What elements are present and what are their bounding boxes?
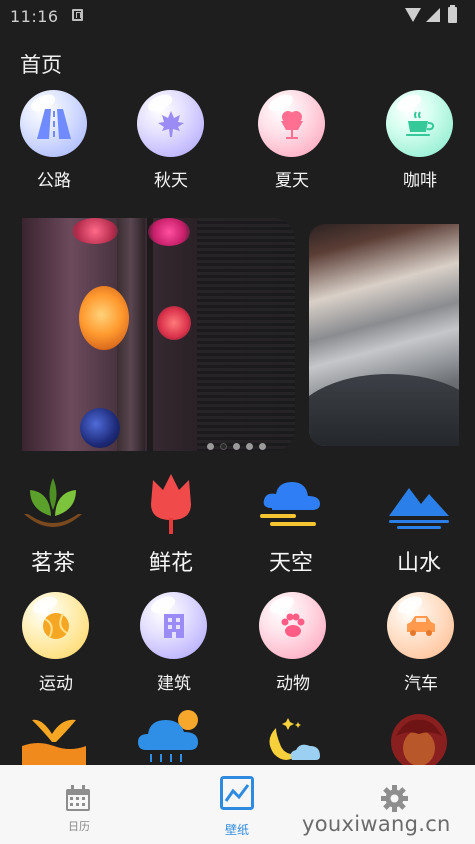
category-people-button[interactable] — [386, 712, 452, 772]
tab-calendar-label: 日历 — [68, 820, 90, 833]
category-ocean-button[interactable] — [22, 712, 86, 770]
banner-image-next[interactable] — [309, 224, 459, 446]
category-car-label: 汽车 — [404, 674, 438, 694]
category-sport-button[interactable] — [22, 592, 89, 659]
banner-image-main[interactable] — [22, 218, 295, 451]
signal-icon — [426, 8, 440, 22]
carousel-dot[interactable] — [207, 443, 214, 450]
carousel-dot[interactable] — [259, 443, 266, 450]
category-animal-label: 动物 — [276, 674, 310, 694]
category-building-button[interactable] — [140, 592, 207, 659]
tab-wallpaper-label: 壁纸 — [224, 823, 249, 837]
page-title: 首页 — [20, 53, 62, 77]
maple-leaf-icon — [137, 90, 204, 157]
category-night-button[interactable] — [258, 714, 324, 770]
carousel-indicator — [207, 443, 266, 451]
paw-icon — [259, 592, 326, 659]
category-sport-label: 运动 — [39, 674, 73, 694]
category-landscape-label: 山水 — [396, 551, 441, 576]
car-icon — [387, 592, 454, 659]
calendar-icon — [66, 785, 90, 811]
category-summer-button[interactable] — [258, 90, 325, 157]
chart-icon — [220, 776, 254, 810]
category-road-button[interactable] — [20, 90, 87, 157]
category-autumn-button[interactable] — [137, 90, 204, 157]
status-bar: 11:16 — [0, 0, 475, 30]
category-sky-button[interactable] — [258, 478, 324, 536]
category-landscape-button[interactable] — [387, 482, 451, 536]
coffee-cup-icon — [386, 90, 453, 157]
category-building-label: 建筑 — [157, 674, 191, 694]
road-icon — [20, 90, 87, 157]
category-animal-button[interactable] — [259, 592, 326, 659]
carousel-dot[interactable] — [246, 443, 253, 450]
carousel-dot-active[interactable] — [220, 443, 227, 450]
category-road-label: 公路 — [37, 171, 71, 191]
girl-avatar-icon — [391, 714, 447, 770]
mountain-water-icon — [389, 488, 449, 529]
category-flower-label: 鲜花 — [148, 551, 193, 576]
gear-icon — [381, 785, 408, 812]
battery-icon — [448, 5, 457, 23]
rain-cloud-icon — [138, 710, 198, 762]
whale-tail-icon — [22, 719, 86, 766]
category-rain-button[interactable] — [136, 710, 208, 770]
category-autumn-label: 秋天 — [154, 171, 188, 191]
category-car-button[interactable] — [387, 592, 454, 659]
category-coffee-label: 咖啡 — [403, 171, 437, 191]
category-sky-label: 天空 — [268, 551, 313, 576]
tab-wallpaper[interactable]: 壁纸 — [177, 765, 297, 844]
category-tea-button[interactable] — [20, 470, 86, 540]
ice-cream-icon — [258, 90, 325, 157]
wifi-icon — [405, 8, 421, 22]
watermark-text: youxiwang.cn — [302, 812, 451, 836]
category-tea-label: 茗茶 — [30, 551, 75, 576]
tennis-ball-icon — [22, 592, 89, 659]
tea-leaves-icon — [24, 478, 82, 527]
building-icon — [140, 592, 207, 659]
tulip-icon — [151, 474, 191, 534]
notification-icon — [72, 9, 83, 21]
category-flower-button[interactable] — [143, 470, 199, 540]
category-coffee-button[interactable] — [386, 90, 453, 157]
carousel-dot[interactable] — [233, 443, 240, 450]
cloud-icon — [260, 482, 320, 526]
tab-calendar[interactable]: 日历 — [19, 765, 139, 844]
status-time: 11:16 — [10, 7, 59, 26]
category-summer-label: 夏天 — [275, 171, 309, 191]
moon-night-icon — [269, 718, 320, 760]
